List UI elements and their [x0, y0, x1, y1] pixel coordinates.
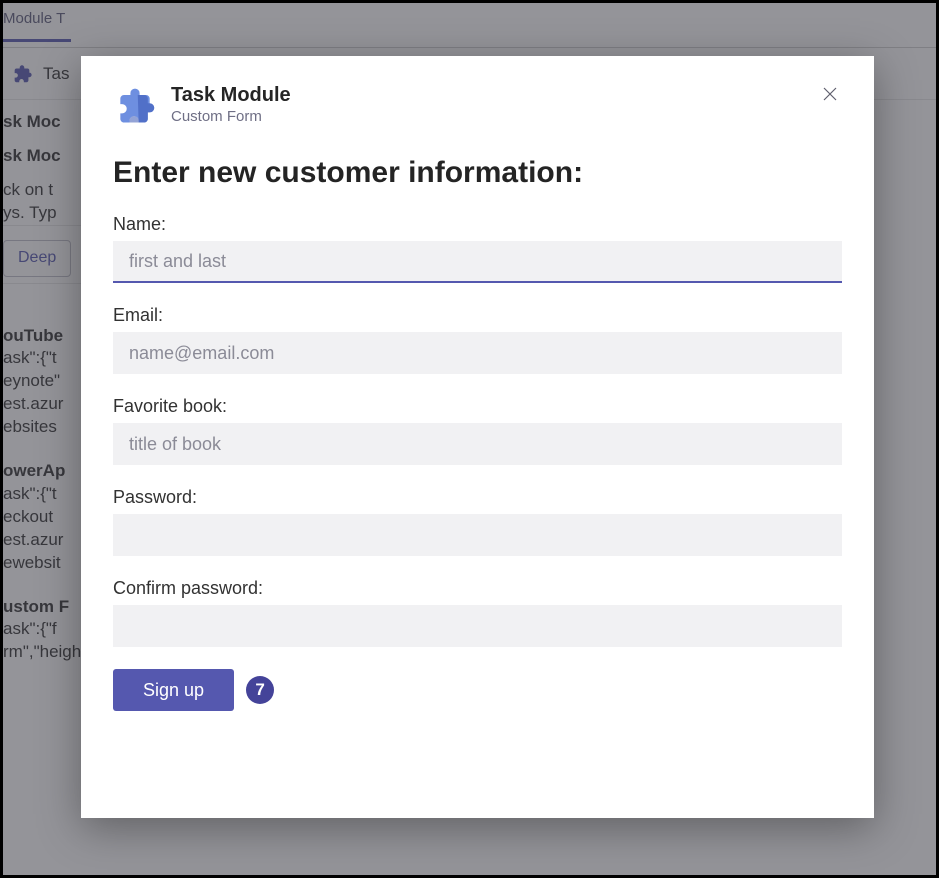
label-email: Email: — [113, 305, 842, 326]
password-input[interactable] — [113, 514, 842, 556]
field-email: Email: — [113, 305, 842, 374]
confirm-password-input[interactable] — [113, 605, 842, 647]
label-password: Password: — [113, 487, 842, 508]
field-book: Favorite book: — [113, 396, 842, 465]
email-input[interactable] — [113, 332, 842, 374]
field-name: Name: — [113, 214, 842, 283]
name-input[interactable] — [113, 241, 842, 283]
label-book: Favorite book: — [113, 396, 842, 417]
form-heading: Enter new customer information: — [113, 156, 842, 190]
label-confirm-password: Confirm password: — [113, 578, 842, 599]
dialog-header: Task Module Custom Form — [113, 84, 842, 128]
annotation-badge: 7 — [246, 676, 274, 704]
field-password: Password: — [113, 487, 842, 556]
dialog-subtitle: Custom Form — [171, 108, 804, 125]
puzzle-icon — [113, 84, 157, 128]
task-module-dialog: Task Module Custom Form Enter new custom… — [81, 56, 874, 818]
dialog-title: Task Module — [171, 84, 804, 107]
sign-up-button[interactable]: Sign up — [113, 669, 234, 711]
label-name: Name: — [113, 214, 842, 235]
close-icon[interactable] — [818, 84, 842, 107]
field-confirm-password: Confirm password: — [113, 578, 842, 647]
favorite-book-input[interactable] — [113, 423, 842, 465]
